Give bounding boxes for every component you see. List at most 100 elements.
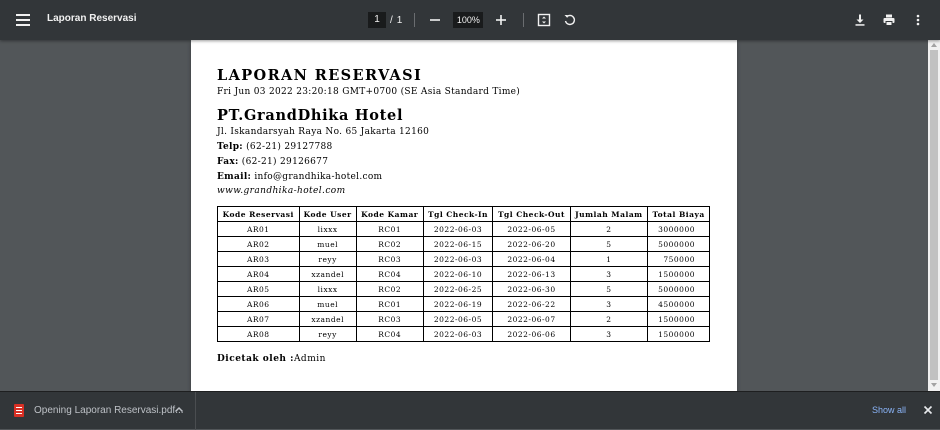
table-cell: lixxx [298, 281, 357, 297]
table-cell: 2022-06-25 [422, 281, 494, 297]
table-cell: 2022-06-03 [422, 251, 494, 267]
company-telp: Telp: (62-21) 29127788 [217, 140, 711, 155]
table-cell: 5000000 [647, 236, 710, 252]
table-cell: AR02 [217, 236, 300, 252]
toolbar-center-controls: 1 / 1 100% [368, 10, 580, 30]
download-bar: Opening Laporan Reservasi.pdf... Show al… [0, 391, 940, 430]
fax-label: Fax: [217, 157, 239, 167]
report-title: LAPORAN RESERVASI [217, 67, 423, 84]
table-cell: 2022-06-20 [492, 236, 571, 252]
table-cell: 2022-06-30 [492, 281, 571, 297]
table-cell: AR05 [217, 281, 300, 297]
table-cell: RC03 [355, 251, 424, 267]
table-cell: muel [298, 236, 357, 252]
page-total: 1 [396, 14, 403, 26]
column-header: Kode Kamar [355, 206, 424, 222]
zoom-level-input[interactable]: 100% [453, 12, 484, 28]
vertical-scrollbar[interactable] [928, 40, 940, 391]
printed-by: Dicetak oleh :Admin [217, 354, 711, 364]
pdf-viewer-area[interactable]: LAPORAN RESERVASI Fri Jun 03 2022 23:20:… [0, 40, 940, 391]
company-fax: Fax: (62-21) 29126677 [217, 155, 711, 170]
more-icon[interactable] [908, 10, 928, 30]
table-cell: RC02 [355, 236, 424, 252]
page-number-input[interactable]: 1 [368, 12, 386, 28]
column-header: Kode User [298, 206, 357, 222]
table-cell: 3000000 [647, 221, 710, 237]
table-cell: muel [298, 296, 357, 312]
report-document: LAPORAN RESERVASI Fri Jun 03 2022 23:20:… [217, 67, 711, 364]
table-cell: RC04 [355, 326, 424, 342]
zoom-out-icon[interactable] [425, 10, 445, 30]
table-cell: AR01 [217, 221, 300, 237]
company-email: Email: info@grandhika-hotel.com [217, 170, 711, 185]
download-file-name: Opening Laporan Reservasi.pdf... [34, 405, 184, 416]
table-cell: RC01 [355, 221, 424, 237]
table-cell: AR06 [217, 296, 300, 312]
company-website: www.grandhika-hotel.com [217, 186, 346, 196]
print-icon[interactable] [879, 10, 899, 30]
zoom-in-icon[interactable] [491, 10, 511, 30]
page-separator: / [390, 14, 393, 26]
telp-label: Telp: [217, 142, 243, 152]
chevron-up-icon[interactable] [170, 401, 188, 419]
table-cell: reyy [298, 251, 357, 267]
table-row: AR06 muel RC01 2022-06-19 2022-06-22 3 4… [217, 296, 710, 312]
table-cell: AR04 [217, 266, 300, 282]
table-cell: RC03 [355, 311, 424, 327]
table-cell: 2022-06-15 [422, 236, 494, 252]
column-header: Tgl Check-In [422, 206, 494, 222]
scrollbar-thumb[interactable] [930, 50, 938, 380]
printed-by-value: Admin [293, 354, 326, 364]
download-icon[interactable] [850, 10, 870, 30]
table-cell: 2022-06-07 [492, 311, 571, 327]
printed-by-label: Dicetak oleh : [217, 354, 294, 364]
table-row: AR07 xzandel RC03 2022-06-05 2022-06-07 … [217, 311, 710, 327]
table-row: AR05 lixxx RC02 2022-06-25 2022-06-30 5 … [217, 281, 710, 297]
fit-page-icon[interactable] [534, 10, 554, 30]
scroll-up-arrow[interactable] [931, 43, 937, 47]
table-cell: 2022-06-05 [492, 221, 571, 237]
table-cell: 2022-06-19 [422, 296, 494, 312]
toolbar-divider [414, 13, 416, 27]
company-address: Jl. Iskandarsyah Raya No. 65 Jakarta 121… [217, 127, 430, 137]
table-cell: AR03 [217, 251, 300, 267]
pdf-file-icon [14, 404, 24, 417]
column-header: Tgl Check-Out [492, 206, 571, 222]
table-cell: lixxx [298, 221, 357, 237]
table-cell: 2022-06-03 [422, 221, 494, 237]
report-date: Fri Jun 03 2022 23:20:18 GMT+0700 (SE As… [217, 87, 521, 97]
table-cell: 2022-06-13 [492, 266, 571, 282]
column-header: Total Biaya [647, 206, 710, 222]
pdf-page: LAPORAN RESERVASI Fri Jun 03 2022 23:20:… [191, 40, 737, 391]
email-value: info@grandhika-hotel.com [254, 172, 383, 182]
show-all-link[interactable]: Show all [872, 405, 906, 415]
pdf-toolbar: Laporan Reservasi 1 / 1 100% [0, 0, 940, 40]
table-row: AR02 muel RC02 2022-06-15 2022-06-20 5 5… [217, 236, 710, 252]
table-cell: 5000000 [647, 281, 710, 297]
fax-value: (62-21) 29126677 [241, 157, 329, 167]
menu-icon[interactable] [14, 12, 32, 28]
table-cell: 2022-06-22 [492, 296, 571, 312]
toolbar-right-controls [850, 10, 928, 30]
table-cell: AR07 [217, 311, 300, 327]
telp-value: (62-21) 29127788 [246, 142, 333, 152]
table-cell: 1 [569, 251, 649, 267]
close-icon[interactable] [920, 402, 936, 418]
table-cell: 2022-06-10 [422, 266, 494, 282]
scroll-down-arrow[interactable] [931, 383, 937, 387]
table-cell: 2 [569, 221, 649, 237]
table-cell: 3 [569, 326, 649, 342]
table-row: AR04 xzandel RC04 2022-06-10 2022-06-13 … [217, 266, 710, 282]
column-header: Jumlah Malam [569, 206, 649, 222]
table-cell: 2022-06-06 [492, 326, 571, 342]
table-cell: AR08 [217, 326, 300, 342]
table-row: AR01 lixxx RC01 2022-06-03 2022-06-05 2 … [217, 221, 710, 237]
table-row: AR08 reyy RC04 2022-06-03 2022-06-06 3 1… [217, 326, 710, 342]
table-cell: 2 [569, 311, 649, 327]
table-cell: 5 [569, 281, 649, 297]
table-cell: 4500000 [647, 296, 710, 312]
rotate-icon[interactable] [560, 10, 580, 30]
download-item[interactable]: Opening Laporan Reservasi.pdf... [0, 392, 196, 430]
table-cell: reyy [298, 326, 357, 342]
table-cell: 2022-06-04 [492, 251, 571, 267]
